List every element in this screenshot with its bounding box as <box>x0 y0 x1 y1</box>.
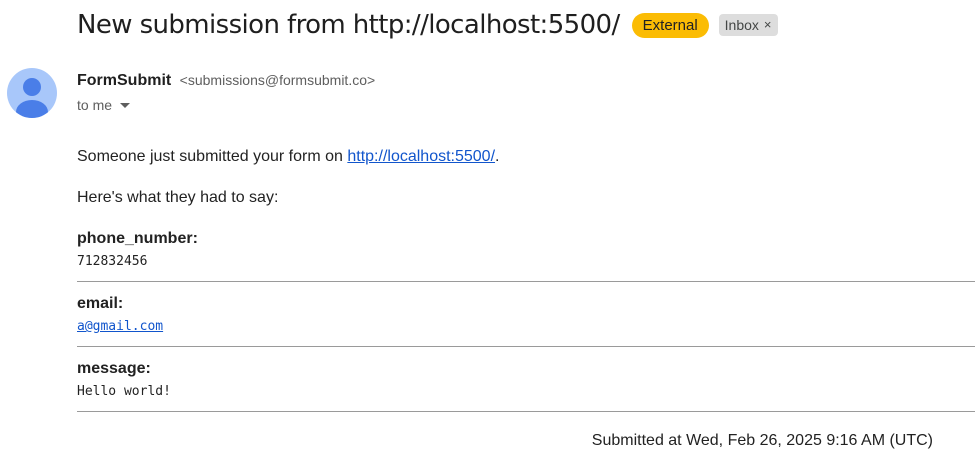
inbox-label[interactable]: Inbox × <box>718 14 778 36</box>
intro-text: Someone just submitted your form on http… <box>77 147 499 167</box>
form-link[interactable]: http://localhost:5500/ <box>347 148 495 165</box>
field-value: a@gmail.com <box>77 318 975 336</box>
field-message: message: Hello world! <box>77 359 975 401</box>
recipient-text: to me <box>77 97 113 113</box>
submitted-timestamp: Submitted at Wed, Feb 26, 2025 9:16 AM (… <box>591 432 933 449</box>
inbox-label-text: Inbox <box>724 17 759 33</box>
field-value: Hello world! <box>77 384 171 399</box>
sender-avatar[interactable] <box>7 68 57 118</box>
intro-suffix: . <box>495 148 500 165</box>
email-subject: New submission from http://localhost:550… <box>77 10 620 40</box>
sender-row: FormSubmit <submissions@formsubmit.co> <box>77 70 375 91</box>
sender-email: <submissions@formsubmit.co> <box>179 72 376 88</box>
divider <box>77 346 975 347</box>
email-view: New submission from http://localhost:550… <box>0 0 975 468</box>
intro-prefix: Someone just submitted your form on <box>77 148 348 165</box>
divider <box>77 281 975 282</box>
field-label: message: <box>77 360 151 377</box>
field-value: 712832456 <box>77 254 148 269</box>
caret-down-icon[interactable] <box>120 103 131 108</box>
field-label: email: <box>77 295 124 312</box>
subject-row: New submission from http://localhost:550… <box>77 6 778 44</box>
sender-name[interactable]: FormSubmit <box>77 72 171 89</box>
email-link[interactable]: a@gmail.com <box>77 319 163 334</box>
lead-text: Here's what they had to say: <box>77 189 279 206</box>
divider <box>77 411 975 412</box>
field-email: email: a@gmail.com <box>77 294 975 336</box>
close-icon[interactable]: × <box>764 14 772 36</box>
external-badge: External <box>631 12 709 38</box>
field-label: phone_number: <box>77 230 198 247</box>
field-phone-number: phone_number: 712832456 <box>77 229 975 271</box>
recipient-details-toggle[interactable]: to me <box>77 96 131 114</box>
person-icon <box>16 78 48 118</box>
